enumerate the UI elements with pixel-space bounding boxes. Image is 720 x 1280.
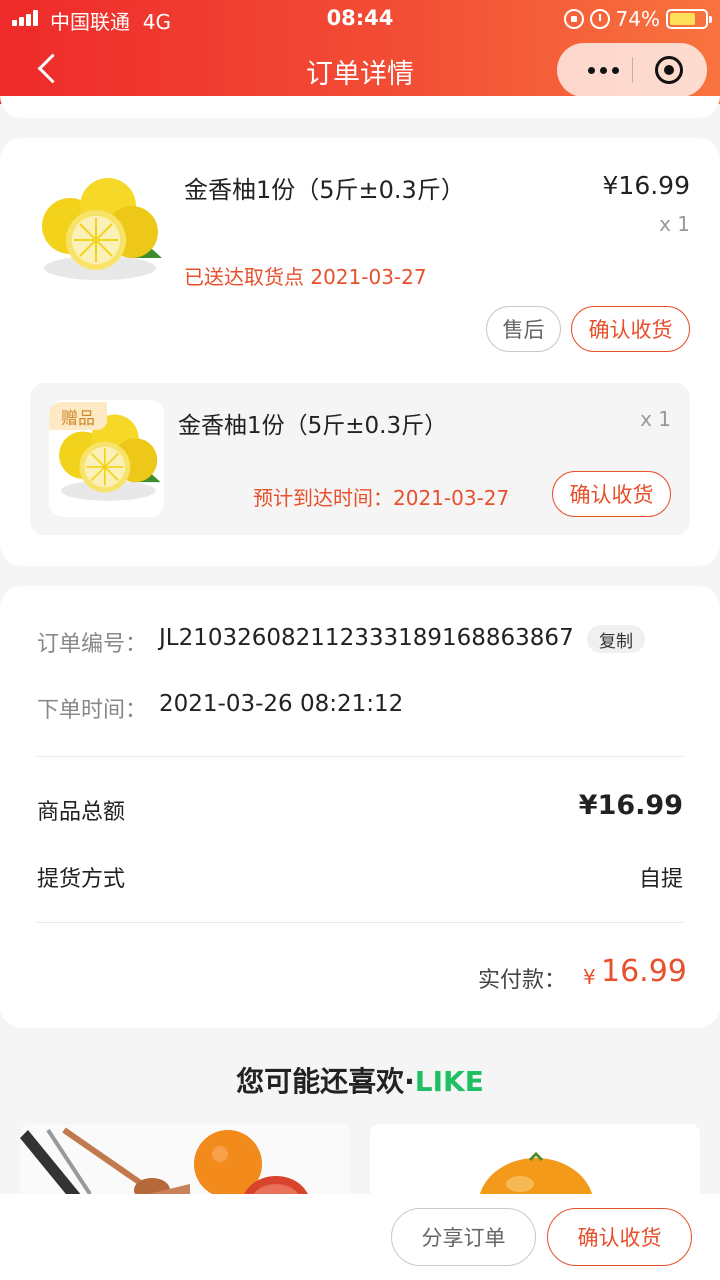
app-header: 中国联通 4G 08:44 74% 订单详情	[0, 0, 720, 104]
confirm-receipt-button[interactable]: 确认收货	[571, 306, 690, 352]
battery-fill	[670, 13, 696, 25]
order-time-value: 2021-03-26 08:21:12	[159, 691, 404, 717]
gift-eta: 预计到达时间：2021-03-27	[253, 486, 510, 510]
delivery-status: 已送达取货点 2021-03-27	[184, 265, 427, 289]
product-price: ¥16.99	[602, 171, 690, 200]
gift-confirm-receipt-button[interactable]: 确认收货	[552, 471, 671, 517]
order-number-label: 订单编号：	[37, 632, 148, 657]
battery-percent: 74%	[615, 7, 660, 31]
capsule-divider	[632, 57, 633, 83]
paid-label: 实付款：	[478, 968, 567, 993]
copy-button[interactable]: 复制	[587, 625, 645, 653]
goods-total-value: ¥16.99	[578, 790, 683, 821]
divider	[37, 756, 683, 757]
previous-card-edge	[0, 96, 720, 118]
battery-icon	[666, 9, 712, 29]
status-bar: 中国联通 4G 08:44 74%	[0, 0, 720, 38]
pickup-method-label: 提货方式	[37, 867, 126, 892]
gift-quantity: x 1	[640, 407, 671, 431]
bottom-confirm-receipt-button[interactable]: 确认收货	[547, 1208, 692, 1266]
recommend-title: 您可能还喜欢·LIKE	[236, 1065, 484, 1098]
product-quantity: x 1	[659, 212, 690, 236]
alarm-icon	[589, 9, 610, 29]
paid-amount: 16.99	[601, 954, 687, 989]
mini-program-capsule	[557, 43, 707, 97]
pickup-method-value: 自提	[638, 867, 683, 892]
paid-currency: ¥	[583, 965, 596, 989]
goods-total-label: 商品总额	[37, 800, 126, 825]
gift-badge: 赠品	[49, 402, 107, 430]
rotation-lock-icon	[563, 9, 584, 29]
product-image[interactable]	[30, 162, 166, 298]
more-icon[interactable]	[577, 43, 629, 97]
recommend-title-accent: LIKE	[414, 1065, 484, 1098]
status-right: 74%	[563, 6, 712, 32]
order-time-label: 下单时间：	[37, 698, 148, 723]
order-number-value: JL210326082112333189168863867	[159, 625, 574, 651]
close-miniprogram-icon[interactable]	[655, 56, 683, 84]
product-name[interactable]: 金香柚1份（5斤±0.3斤）	[184, 170, 465, 205]
gift-name[interactable]: 金香柚1份（5斤±0.3斤）	[178, 406, 447, 440]
share-order-button[interactable]: 分享订单	[391, 1208, 536, 1266]
after-sale-button[interactable]: 售后	[486, 306, 561, 352]
divider	[37, 922, 683, 923]
